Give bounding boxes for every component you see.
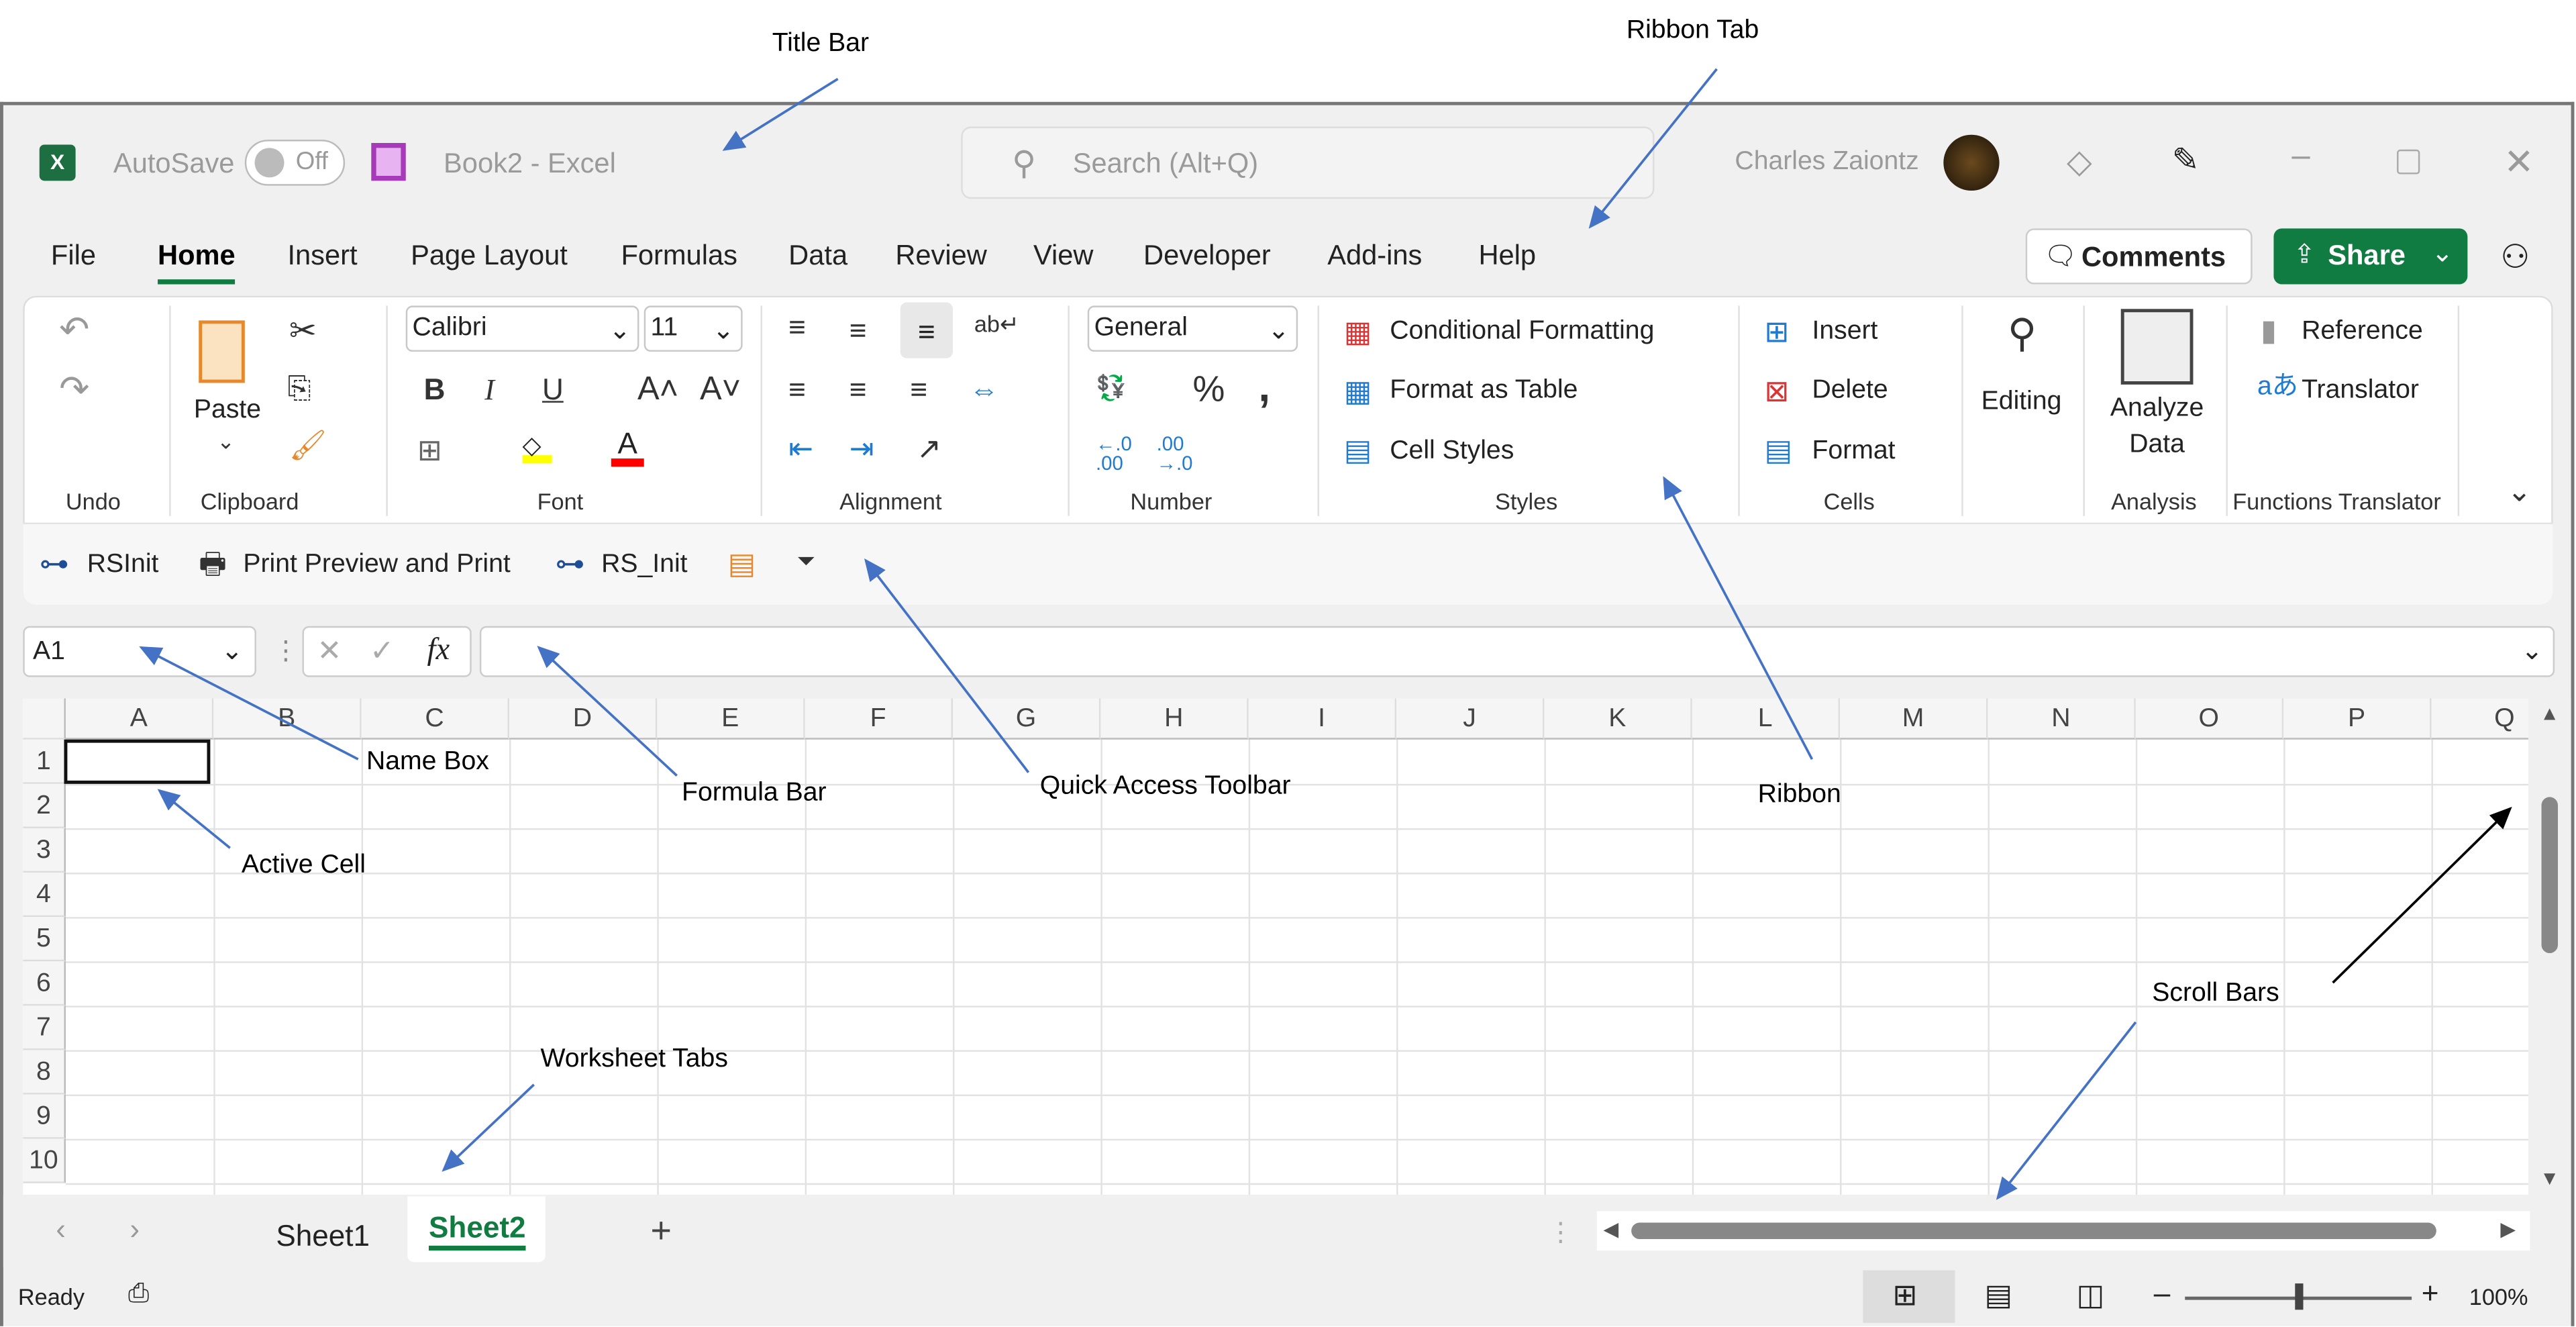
arrow-formula-bar [537,646,678,777]
arrow-worksheet-tabs [442,1083,535,1172]
arrow-title-bar [722,77,839,151]
arrow-name-box [139,646,359,760]
arrow-ribbon-tab [1588,68,1718,229]
annotated-screenshot: Title Bar Ribbon Tab X AutoSave Off Book… [0,0,2576,1326]
arrow-ribbon [1663,476,1814,760]
arrow-qat [864,558,1030,773]
arrow-scroll-bars-vertical [2332,806,2512,984]
arrow-active-cell [157,789,231,849]
arrow-scroll-bars-horizontal [1996,1021,2137,1200]
annotation-arrows [139,68,2512,1200]
